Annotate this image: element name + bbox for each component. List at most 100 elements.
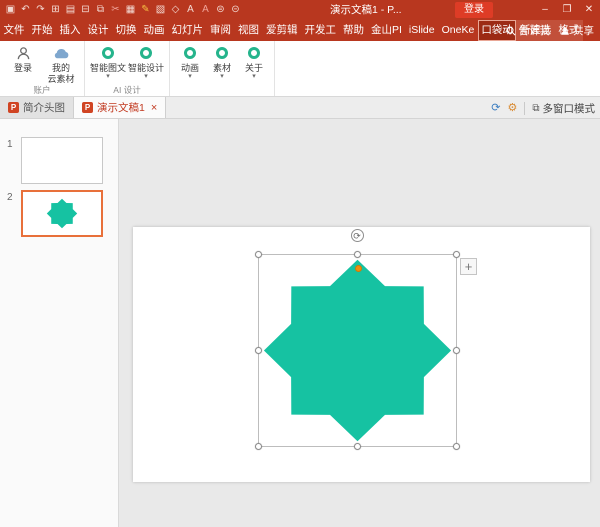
print-icon[interactable]: ⊟ — [78, 0, 93, 20]
group-label-ai-design: AI 设计 — [85, 84, 169, 96]
about-button[interactable]: 关于 ▾ — [238, 44, 270, 80]
maximize-button[interactable]: ❐ — [556, 0, 578, 20]
shape-selection-box[interactable]: ⟳ — [258, 254, 457, 447]
window-controls: – ❐ ✕ — [534, 0, 600, 20]
resize-handle-s[interactable] — [354, 443, 361, 450]
tab-plugin-aijianji[interactable]: 爱剪辑 — [263, 20, 302, 41]
ribbon-group-ai-design: 智能图文 ▾ 智能设计 ▾ AI 设计 — [85, 41, 170, 96]
paste-icon[interactable]: ▦ — [123, 0, 138, 20]
tab-jinshan[interactable]: 金山PI — [368, 20, 406, 41]
slide-thumbnail-1[interactable] — [21, 137, 103, 184]
resize-handle-nw[interactable] — [255, 251, 262, 258]
tab-developer[interactable]: 开发工 — [301, 20, 340, 41]
save-icon[interactable]: ▣ — [3, 0, 18, 20]
smart-design-button[interactable]: 智能设计 ▾ — [127, 44, 165, 80]
share-label: 共享 — [573, 23, 594, 38]
plus-button[interactable]: + — [460, 258, 477, 275]
animation-icon — [184, 47, 196, 59]
slide-thumbnail-2[interactable] — [21, 190, 103, 237]
my-cloud-assets-line2: 云素材 — [47, 74, 74, 84]
more-icon[interactable]: ⊝ — [228, 0, 243, 20]
window-title: 演示文稿1 - P... — [330, 0, 402, 20]
resize-handle-sw[interactable] — [255, 443, 262, 450]
my-cloud-assets-button[interactable]: 我的 云素材 — [42, 44, 80, 84]
document-tab-bar-right: ⟳ ⚙ ⧉ 多窗口模式 — [491, 97, 597, 119]
copy-icon[interactable]: ⧉ — [93, 0, 108, 20]
sync-icon[interactable]: ⟳ — [491, 97, 500, 119]
shapes-icon[interactable]: ◇ — [168, 0, 183, 20]
tab-islide[interactable]: iSlide — [405, 20, 438, 41]
assets-button[interactable]: 素材 ▾ — [206, 44, 238, 80]
chevron-down-icon: ▾ — [144, 74, 148, 80]
animation-button[interactable]: 动画 ▾ — [174, 44, 206, 80]
tell-me-label: 告诉我 — [519, 23, 551, 38]
resize-handle-ne[interactable] — [453, 251, 460, 258]
resize-handle-n[interactable] — [354, 251, 361, 258]
smart-design-label: 智能设计 — [128, 63, 164, 73]
doc-tab-intro[interactable]: P 简介头图 — [0, 97, 74, 118]
multi-window-label: 多窗口模式 — [543, 101, 596, 116]
person-icon — [560, 26, 570, 36]
chevron-down-icon: ▾ — [220, 74, 224, 80]
resize-handle-se[interactable] — [453, 443, 460, 450]
multi-window-mode-button[interactable]: ⧉ 多窗口模式 — [532, 101, 595, 116]
tab-insert[interactable]: 插入 — [56, 20, 84, 41]
rotation-handle[interactable]: ⟳ — [351, 229, 364, 242]
ribbon-group-tools: 动画 ▾ 素材 ▾ 关于 ▾ — [170, 41, 275, 96]
new-icon[interactable]: ⊞ — [48, 0, 63, 20]
chevron-down-icon: ▾ — [188, 74, 192, 80]
close-button[interactable]: ✕ — [578, 0, 600, 20]
gear-icon[interactable]: ⚙ — [507, 97, 517, 119]
tab-view[interactable]: 视图 — [235, 20, 263, 41]
tab-review[interactable]: 审阅 — [207, 20, 235, 41]
smart-design-icon — [140, 47, 152, 59]
login-button-label: 登录 — [14, 63, 32, 73]
minimize-button[interactable]: – — [534, 0, 556, 20]
smart-graphics-button[interactable]: 智能图文 ▾ — [89, 44, 127, 80]
tab-transitions[interactable]: 切换 — [112, 20, 140, 41]
tab-design[interactable]: 设计 — [84, 20, 112, 41]
login-button[interactable]: 登录 — [4, 44, 42, 73]
user-icon — [16, 44, 31, 62]
tab-slideshow[interactable]: 幻灯片 — [168, 20, 207, 41]
login-badge[interactable]: 登录 — [455, 2, 493, 18]
editing-canvas[interactable]: ⟳ + — [120, 119, 600, 527]
tab-home[interactable]: 开始 — [28, 20, 56, 41]
tab-onekey[interactable]: OneKe — [438, 20, 478, 41]
doc-tab-current-label: 演示文稿1 — [97, 100, 145, 115]
doc-tab-current[interactable]: P 演示文稿1 × — [74, 97, 166, 118]
cut-icon[interactable]: ✂ — [108, 0, 123, 20]
assets-icon — [216, 47, 228, 59]
doc-tab-intro-label: 简介头图 — [23, 100, 65, 115]
title-bar: ▣ ↶ ↷ ⊞ ▤ ⊟ ⧉ ✂ ▦ ✎ ▧ ◇ A A ⊜ ⊝ 演示文稿1 - … — [0, 0, 600, 20]
animation-label: 动画 — [181, 63, 199, 73]
chevron-down-icon: ▾ — [252, 74, 256, 80]
star-shape[interactable] — [259, 255, 456, 446]
powerpoint-file-icon: P — [82, 102, 93, 113]
close-tab-icon[interactable]: × — [151, 102, 157, 114]
resize-handle-w[interactable] — [255, 347, 262, 354]
redo-icon[interactable]: ↷ — [33, 0, 48, 20]
powerpoint-window: ▣ ↶ ↷ ⊞ ▤ ⊟ ⧉ ✂ ▦ ✎ ▧ ◇ A A ⊜ ⊝ 演示文稿1 - … — [0, 0, 600, 527]
adjust-handle[interactable] — [355, 265, 362, 272]
undo-icon[interactable]: ↶ — [18, 0, 33, 20]
powerpoint-file-icon: P — [8, 102, 19, 113]
share-button[interactable]: 共享 — [560, 23, 594, 38]
tell-me[interactable]: 告诉我 — [506, 23, 551, 38]
slide-number-1: 1 — [7, 139, 13, 150]
assets-label: 素材 — [213, 63, 231, 73]
tab-file[interactable]: 文件 — [0, 20, 28, 41]
about-icon — [248, 47, 260, 59]
tab-animations[interactable]: 动画 — [140, 20, 168, 41]
open-icon[interactable]: ▤ — [63, 0, 78, 20]
cloud-icon — [52, 44, 71, 62]
star-shape-thumbnail — [46, 198, 78, 229]
options-icon[interactable]: ⊜ — [213, 0, 228, 20]
font-color-icon[interactable]: A — [198, 0, 213, 20]
resize-handle-e[interactable] — [453, 347, 460, 354]
tab-help[interactable]: 帮助 — [340, 20, 368, 41]
search-icon — [506, 26, 516, 36]
textbox-icon[interactable]: A — [183, 0, 198, 20]
picture-icon[interactable]: ▧ — [153, 0, 168, 20]
format-painter-icon[interactable]: ✎ — [138, 0, 153, 20]
